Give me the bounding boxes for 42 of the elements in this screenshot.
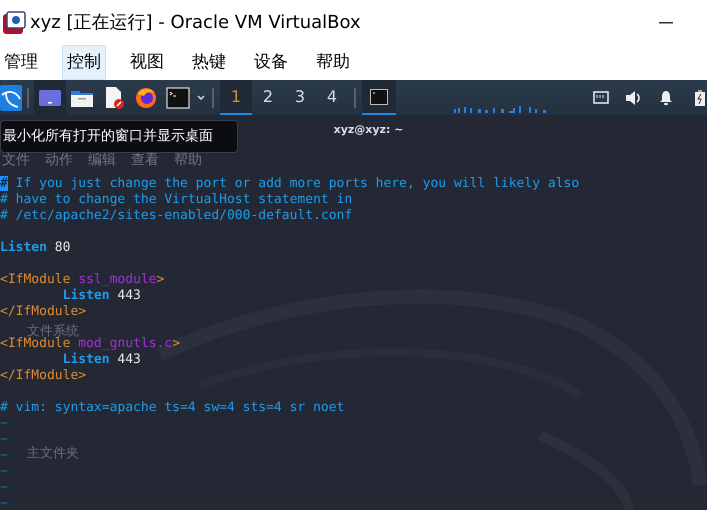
terminal-icon xyxy=(370,88,388,104)
workspace-tab[interactable]: 2 xyxy=(252,80,284,115)
tooltip-text: 最小化所有打开的窗口并显示桌面 xyxy=(3,127,213,146)
code-line: # /etc/apache2/sites-enabled/000-default.conf xyxy=(0,208,352,224)
desktop-icon xyxy=(38,88,62,108)
code-line: # have to change the VirtualHost statement in xyxy=(0,192,352,208)
code-line: ~ xyxy=(0,464,8,480)
menu-item[interactable]: 帮助 xyxy=(312,45,354,80)
code-line: </IfModule> xyxy=(0,368,86,384)
workspace-tab[interactable]: 3 xyxy=(284,80,316,115)
network-icon[interactable] xyxy=(593,90,609,104)
code-line: Listen 80 xyxy=(0,240,70,256)
document-icon xyxy=(103,86,125,110)
workspace-tab[interactable]: 1 xyxy=(220,80,252,115)
bell-icon[interactable] xyxy=(659,90,673,106)
terminal-icon xyxy=(166,86,190,108)
volume-icon[interactable] xyxy=(625,90,643,106)
code-line: Listen 443 xyxy=(62,288,141,304)
window-title: xyz [正在运行] - Oracle VM VirtualBox xyxy=(30,11,361,35)
code-line: ~ xyxy=(0,416,8,432)
workspace-tab[interactable]: 4 xyxy=(316,80,348,115)
menu-item[interactable]: 设备 xyxy=(250,45,292,80)
code-line: # If you just change the port or add more ports here, you will likely also xyxy=(0,176,580,192)
terminal-title: xyz@xyz: ~ xyxy=(334,122,404,138)
menu-item[interactable]: 热键 xyxy=(188,45,230,80)
code-line: Listen 443 xyxy=(62,352,141,368)
code-line: </IfModule> xyxy=(0,304,86,320)
minimize-icon[interactable] xyxy=(659,22,673,24)
code-line: ~ xyxy=(0,496,8,510)
code-line: ~ xyxy=(0,480,8,496)
code-line: <IfModule ssl_module> xyxy=(0,272,164,288)
code-line: <IfModule mod_gnutls.c> xyxy=(0,336,180,352)
taskbar-button[interactable] xyxy=(362,80,396,115)
caret-icon[interactable] xyxy=(196,94,206,102)
code-line: ~ xyxy=(0,432,8,448)
menu-item[interactable]: 管理 xyxy=(0,45,42,80)
battery-icon[interactable] xyxy=(695,90,705,106)
menu-item[interactable]: 视图 xyxy=(126,45,168,80)
code-line: ~ xyxy=(0,448,8,464)
code-line: # vim: syntax=apache ts=4 sw=4 sts=4 sr noet xyxy=(0,400,344,416)
menu-item[interactable]: 控制 xyxy=(62,45,106,80)
desktop-icon-label: 主文件夹 xyxy=(27,445,79,463)
